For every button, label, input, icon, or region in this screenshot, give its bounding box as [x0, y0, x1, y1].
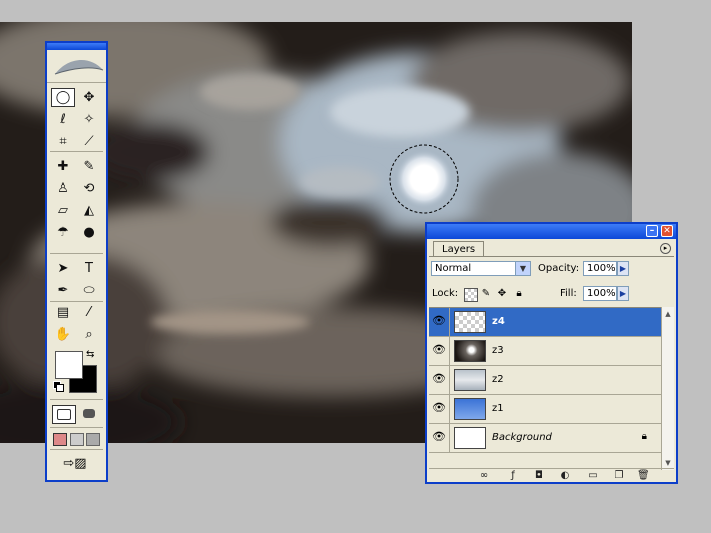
- eyedropper-icon[interactable]: ⁄: [77, 303, 101, 322]
- eye-visibility-icon[interactable]: 👁︎: [432, 343, 446, 357]
- dodge-icon[interactable]: ●: [77, 223, 101, 242]
- padlock-icon: 🔒︎: [641, 431, 647, 442]
- eye-visibility-icon[interactable]: 👁︎: [432, 314, 446, 328]
- jump-to-imageready-button[interactable]: ⇨▨: [55, 455, 95, 473]
- layer-name: z2: [492, 374, 504, 385]
- lock-position-icon[interactable]: ✥: [496, 288, 508, 300]
- eraser-icon[interactable]: ▱: [51, 201, 75, 220]
- healing-brush-icon[interactable]: ✚: [51, 157, 75, 176]
- column-divider: [449, 366, 450, 395]
- notes-icon[interactable]: ▤: [51, 303, 75, 322]
- tool-separator: [50, 427, 103, 428]
- link-layers-icon[interactable]: ∞: [478, 470, 490, 482]
- toolbox-title-bar[interactable]: [47, 43, 106, 50]
- foreground-color-swatch[interactable]: [55, 351, 83, 379]
- layers-palette: – ✕ Layers ▸ Normal ▼ Opacity: 100% ▶ Lo…: [425, 222, 678, 484]
- blend-mode-select[interactable]: Normal ▼: [431, 261, 531, 276]
- blend-mode-value: Normal: [435, 263, 472, 274]
- hand-icon[interactable]: ✋: [51, 325, 75, 344]
- lasso-icon[interactable]: ℓ: [51, 110, 75, 129]
- column-divider: [449, 424, 450, 453]
- eye-visibility-icon[interactable]: 👁︎: [432, 401, 446, 415]
- column-divider: [449, 337, 450, 366]
- minimize-button[interactable]: –: [646, 225, 658, 237]
- history-brush-icon[interactable]: ⟲: [77, 179, 101, 198]
- toolbox-palette: ◯ ✥ ℓ ✧ ⌗ ⟋ ✚ ✎ ♙ ⟲ ▱ ◭ ☂ ● ➤ T ✒ ⬭ ▤ ⁄ ✋ ⌕ ⇆ ⇨▨: [45, 41, 108, 482]
- zoom-icon[interactable]: ⌕: [77, 325, 101, 344]
- crop-icon[interactable]: ⌗: [51, 132, 75, 151]
- fill-input[interactable]: 100%: [583, 286, 617, 301]
- layers-bottom-bar: ∞ ƒ ◘ ◐ ▭ ❐ 🗑︎: [429, 468, 674, 483]
- brush-icon[interactable]: ✎: [77, 157, 101, 176]
- tool-separator: [50, 449, 103, 450]
- layer-thumbnail[interactable]: [454, 427, 486, 449]
- layer-row[interactable]: 👁︎ z1: [429, 395, 661, 424]
- column-divider: [449, 395, 450, 424]
- chevron-down-icon[interactable]: ▼: [515, 262, 530, 275]
- layer-thumbnail[interactable]: [454, 369, 486, 391]
- lock-all-icon[interactable]: 🔒︎: [513, 288, 525, 300]
- layers-palette-title-bar[interactable]: – ✕: [427, 224, 676, 239]
- layer-row[interactable]: 👁︎ z2: [429, 366, 661, 395]
- fill-label: Fill:: [560, 288, 577, 299]
- tab-divider: [429, 256, 674, 257]
- quick-mask-button[interactable]: [78, 405, 100, 422]
- palette-menu-icon[interactable]: ▸: [660, 243, 671, 254]
- layer-style-icon[interactable]: ƒ: [507, 470, 519, 482]
- scroll-up-icon[interactable]: ▲: [662, 308, 674, 320]
- new-layer-icon[interactable]: ❐: [613, 470, 625, 482]
- layer-row[interactable]: 👁︎ z3: [429, 337, 661, 366]
- eye-visibility-icon[interactable]: 👁︎: [432, 430, 446, 444]
- opacity-input[interactable]: 100%: [583, 261, 617, 276]
- trash-icon[interactable]: 🗑︎: [637, 470, 650, 482]
- move-icon[interactable]: ✥: [77, 88, 101, 107]
- clone-stamp-icon[interactable]: ♙: [51, 179, 75, 198]
- lock-label: Lock:: [432, 288, 459, 299]
- eye-visibility-icon[interactable]: 👁︎: [432, 372, 446, 386]
- full-screen-mode-button[interactable]: [86, 433, 100, 446]
- tool-separator: [50, 399, 103, 400]
- layer-name: z3: [492, 345, 504, 356]
- opacity-slider-arrow-icon[interactable]: ▶: [617, 261, 629, 276]
- layer-name: z1: [492, 403, 504, 414]
- elliptical-marquee-icon[interactable]: ◯: [51, 88, 75, 107]
- layer-thumbnail[interactable]: [454, 398, 486, 420]
- standard-mode-button[interactable]: [52, 405, 76, 424]
- layer-thumbnail[interactable]: [454, 311, 486, 333]
- type-icon[interactable]: T: [77, 259, 101, 278]
- column-divider: [449, 308, 450, 337]
- standard-screen-mode-button[interactable]: [53, 433, 67, 446]
- lock-image-pixels-icon[interactable]: ✎: [480, 288, 492, 300]
- add-mask-icon[interactable]: ◘: [533, 470, 545, 482]
- layer-thumbnail[interactable]: [454, 340, 486, 362]
- blur-icon[interactable]: ☂: [51, 223, 75, 242]
- layers-scrollbar[interactable]: ▲ ▼: [661, 307, 674, 470]
- paint-bucket-icon[interactable]: ◭: [77, 201, 101, 220]
- slice-icon[interactable]: ⟋: [77, 132, 101, 151]
- pen-icon[interactable]: ✒: [51, 281, 75, 300]
- layer-row[interactable]: 👁︎ Background 🔒︎: [429, 424, 661, 453]
- adjustment-layer-icon[interactable]: ◐: [559, 470, 571, 482]
- close-button[interactable]: ✕: [661, 225, 673, 237]
- opacity-label: Opacity:: [538, 263, 580, 274]
- layer-name: z4: [492, 316, 505, 327]
- tool-separator: [50, 301, 103, 302]
- path-selection-icon[interactable]: ➤: [51, 259, 75, 278]
- ellipse-shape-icon[interactable]: ⬭: [77, 281, 101, 300]
- full-screen-menu-mode-button[interactable]: [70, 433, 84, 446]
- magic-wand-icon[interactable]: ✧: [77, 110, 101, 129]
- tool-separator: [50, 151, 103, 152]
- layer-row[interactable]: 👁︎ z4: [429, 308, 661, 337]
- swap-colors-icon[interactable]: ⇆: [86, 349, 94, 360]
- tab-layers[interactable]: Layers: [433, 241, 485, 257]
- layer-name: Background: [492, 432, 552, 443]
- tool-separator: [50, 253, 103, 254]
- fill-slider-arrow-icon[interactable]: ▶: [617, 286, 629, 301]
- lock-transparent-pixels-icon[interactable]: [464, 288, 478, 302]
- layers-list: 👁︎ z4 👁︎ z3 👁︎ z2 👁︎ z1 👁︎ Background 🔒︎: [429, 307, 661, 471]
- new-group-icon[interactable]: ▭: [587, 470, 599, 482]
- default-colors-icon[interactable]: [53, 381, 64, 392]
- feather-logo-icon: [47, 50, 106, 83]
